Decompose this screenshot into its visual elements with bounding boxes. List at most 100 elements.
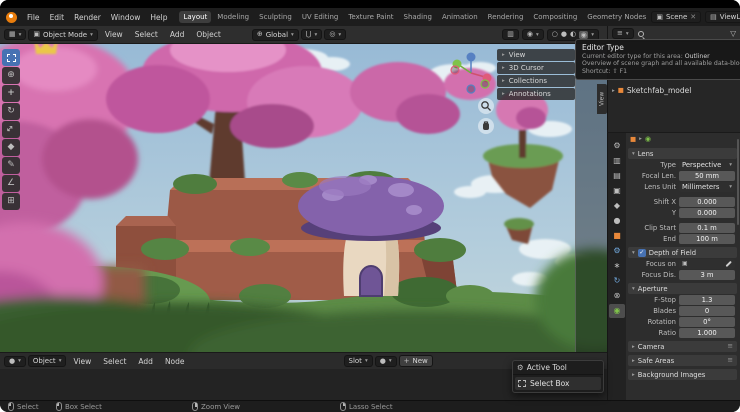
panel-header-background-images[interactable]: ▸ Background Images (628, 369, 737, 380)
slot-dropdown[interactable]: Slot ▾ (343, 355, 373, 367)
wireframe-shading-icon[interactable]: ○ (552, 31, 558, 38)
overlays-dropdown[interactable]: ◉ ▾ (521, 29, 544, 40)
lens-unit-dropdown[interactable]: Millimeters ▾ (679, 182, 735, 192)
tab-particles[interactable]: ∗ (609, 259, 625, 273)
menu-node[interactable]: Node (160, 357, 190, 366)
new-material-button[interactable]: + New (398, 355, 433, 367)
tab-tool[interactable]: ⚙ (609, 139, 625, 153)
material-shading-icon[interactable]: ◐ (570, 31, 576, 38)
transform-orientation-dropdown[interactable]: ⊕ Global ▾ (251, 28, 299, 41)
tab-constraints[interactable]: ⊗ (609, 289, 625, 303)
workspace-tab-shading[interactable]: Shading (400, 11, 436, 23)
sidebar-panel-3d-cursor[interactable]: ▸ 3D Cursor (497, 62, 575, 74)
transform-tool[interactable]: ◆ (2, 139, 20, 156)
workspace-tab-compositing[interactable]: Compositing (529, 11, 581, 23)
viewport-3d[interactable]: ⊕ + ↻ ↔ ◆ ✎ ∠ ⊞ ▸ View ▸ 3D Cursor ▸ Col… (0, 44, 607, 352)
workspace-tab-animation[interactable]: Animation (438, 11, 482, 23)
editor-type-dropdown[interactable]: ▦ ▾ (4, 29, 27, 40)
panel-header-lens[interactable]: ▾ Lens (628, 148, 737, 159)
node-editor-type-dropdown[interactable]: ● ▾ (4, 355, 26, 367)
clip-end-field[interactable]: 100 m (679, 234, 735, 244)
menu-render[interactable]: Render (69, 13, 106, 22)
tab-scene[interactable]: ◆ (609, 199, 625, 213)
scale-tool[interactable]: ↔ (2, 121, 20, 138)
sidebar-panel-annotations[interactable]: ▸ Annotations (497, 88, 575, 100)
menu-edit[interactable]: Edit (45, 13, 70, 22)
menu-view[interactable]: View (100, 30, 128, 39)
view-layer-selector[interactable]: ▤ ViewLayer ✕ (705, 11, 740, 23)
measure-tool[interactable]: ∠ (2, 175, 20, 192)
menu-select[interactable]: Select (98, 357, 131, 366)
sidebar-panel-collections[interactable]: ▸ Collections (497, 75, 575, 87)
ratio-field[interactable]: 1.000 (679, 328, 735, 338)
annotate-tool[interactable]: ✎ (2, 157, 20, 174)
select-box-tool[interactable] (2, 49, 20, 66)
workspace-tab-layout[interactable]: Layout (179, 11, 212, 23)
shift-x-field[interactable]: 0.000 (679, 197, 735, 207)
material-browse-dropdown[interactable]: ● ▾ (374, 355, 397, 367)
eyedropper-icon[interactable] (724, 260, 732, 268)
rotation-field[interactable]: 0° (679, 317, 735, 327)
tab-modifiers[interactable]: ⚙ (609, 244, 625, 258)
depth-of-field-checkbox[interactable] (637, 248, 646, 257)
shader-type-dropdown[interactable]: Object ▾ (27, 355, 67, 367)
proportional-edit-dropdown[interactable]: ◎ ▾ (324, 29, 347, 40)
blender-logo-icon[interactable] (6, 11, 17, 23)
fstop-field[interactable]: 1.3 (679, 295, 735, 305)
type-dropdown[interactable]: Perspective ▾ (679, 160, 735, 170)
menu-add[interactable]: Add (165, 30, 190, 39)
rotate-tool[interactable]: ↻ (2, 103, 20, 120)
tab-world[interactable]: ● (609, 214, 625, 228)
workspace-tab-texture-paint[interactable]: Texture Paint (344, 11, 397, 23)
move-view-button[interactable] (478, 118, 494, 134)
menu-object[interactable]: Object (191, 30, 225, 39)
focal-length-field[interactable]: 50 mm (679, 171, 735, 181)
menu-help[interactable]: Help (145, 13, 172, 22)
menu-add[interactable]: Add (133, 357, 158, 366)
menu-view[interactable]: View (68, 357, 96, 366)
menu-select[interactable]: Select (130, 30, 163, 39)
outliner-item-sketchfab-model[interactable]: ▸ ■ Sketchfab_model (612, 86, 691, 95)
panel-header-camera[interactable]: ▸ Camera ≡ (628, 341, 737, 352)
workspace-tab-modeling[interactable]: Modeling (213, 11, 253, 23)
menu-file[interactable]: File (22, 13, 45, 22)
focus-distance-field[interactable]: 3 m (679, 270, 735, 280)
tab-camera-data[interactable]: ◉ (609, 304, 625, 318)
search-icon[interactable] (637, 30, 644, 37)
workspace-tab-uv-editing[interactable]: UV Editing (298, 11, 343, 23)
workspace-tab-sculpting[interactable]: Sculpting (255, 11, 296, 23)
scene-selector[interactable]: ▣ Scene ✕ (651, 11, 702, 23)
cursor-tool[interactable]: ⊕ (2, 67, 20, 84)
sidebar-panel-view[interactable]: ▸ View (497, 49, 575, 61)
rendered-shading-icon[interactable]: ◉ (581, 31, 587, 39)
add-cube-tool[interactable]: ⊞ (2, 193, 20, 210)
active-tool-header[interactable]: ⚙ Active Tool (513, 361, 603, 375)
active-tool-item[interactable]: Select Box (515, 377, 601, 390)
shift-y-field[interactable]: 0.000 (679, 208, 735, 218)
tab-view-layer[interactable]: ▣ (609, 184, 625, 198)
outliner-editor-type-dropdown[interactable]: ≡ ▾ (612, 28, 634, 39)
tab-object[interactable]: ■ (609, 229, 625, 243)
blades-field[interactable]: 0 (679, 306, 735, 316)
xray-toggle[interactable]: ▥ (502, 29, 519, 40)
panel-menu-icon[interactable]: ≡ (727, 357, 733, 364)
expand-arrow-icon[interactable]: ▸ (612, 88, 615, 94)
tab-output[interactable]: ▤ (609, 169, 625, 183)
zoom-view-button[interactable] (478, 98, 494, 114)
clip-start-field[interactable]: 0.1 m (679, 223, 735, 233)
snap-toggle[interactable]: ⋃ ▾ (300, 29, 323, 40)
tab-physics[interactable]: ↻ (609, 274, 625, 288)
filter-icon[interactable]: ▽ (730, 30, 736, 38)
navigation-gizmo[interactable] (448, 50, 494, 96)
panel-header-aperture[interactable]: ▾ Aperture (628, 283, 737, 294)
move-tool[interactable]: + (2, 85, 20, 102)
focus-object-picker[interactable]: ▣ (679, 259, 735, 269)
workspace-tab-rendering[interactable]: Rendering (484, 11, 528, 23)
panel-header-safe-areas[interactable]: ▸ Safe Areas ≡ (628, 355, 737, 366)
sidebar-tab-view[interactable]: View (597, 84, 607, 114)
panel-header-depth-of-field[interactable]: ▾ Depth of Field (628, 247, 737, 258)
menu-window[interactable]: Window (106, 13, 146, 22)
close-icon[interactable]: ✕ (690, 13, 696, 21)
workspace-tab-geometry-nodes[interactable]: Geometry Nodes (583, 11, 650, 23)
solid-shading-icon[interactable]: ● (561, 31, 567, 38)
